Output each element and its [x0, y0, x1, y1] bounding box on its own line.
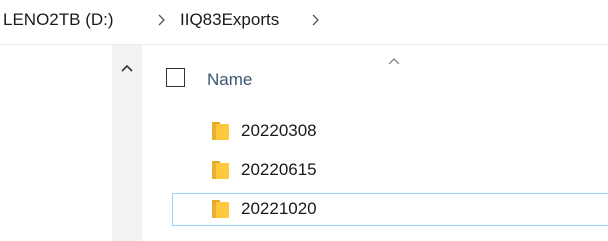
navigation-pane [112, 45, 142, 241]
folder-icon [212, 122, 229, 140]
select-all-checkbox[interactable] [166, 68, 185, 87]
list-item[interactable]: 20220308 [172, 115, 608, 148]
chevron-right-icon[interactable] [309, 11, 323, 29]
list-item-focused[interactable]: 20221020 [172, 193, 608, 226]
folder-icon [212, 200, 229, 218]
chevron-up-icon[interactable] [120, 63, 134, 73]
list-item-name: 20220615 [241, 160, 317, 179]
folder-icon [212, 161, 229, 179]
list-item-name: 20220308 [241, 121, 317, 140]
column-header-name[interactable]: Name [207, 70, 252, 90]
list-item-name: 20221020 [241, 199, 317, 218]
breadcrumb-folder[interactable]: IIQ83Exports [180, 9, 279, 31]
file-explorer-window: LENO2TB (D:) IIQ83Exports Name 20220308 [0, 0, 608, 241]
chevron-right-icon[interactable] [155, 11, 169, 29]
breadcrumb-drive[interactable]: LENO2TB (D:) [3, 9, 114, 31]
breadcrumb: LENO2TB (D:) IIQ83Exports [0, 0, 608, 44]
sort-ascending-caret-icon [387, 57, 401, 66]
column-header: Name [142, 45, 608, 107]
list-item[interactable]: 20220615 [172, 154, 608, 187]
